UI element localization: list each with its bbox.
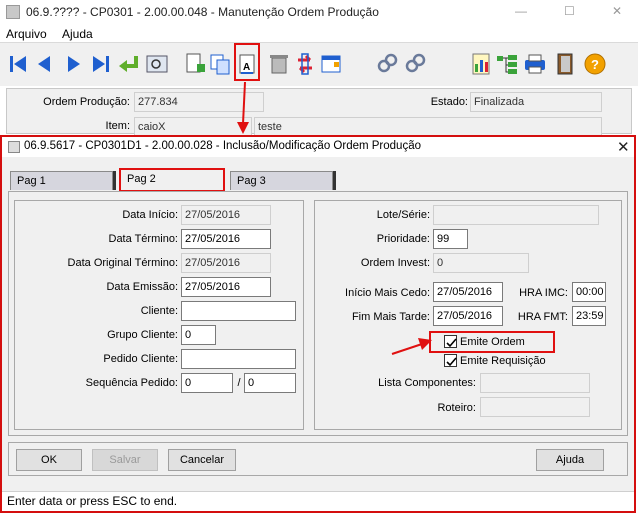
window-title: 06.9.???? - CP0301 - 2.00.00.048 - Manut… <box>26 5 379 19</box>
copy-icon[interactable] <box>208 50 234 78</box>
grupo-label: Grupo Cliente: <box>107 329 178 341</box>
tab-pag1[interactable]: Pag 1 <box>10 171 113 190</box>
exit-icon[interactable] <box>552 50 578 78</box>
grid-icon[interactable] <box>318 50 344 78</box>
lote-field <box>433 205 599 225</box>
pedido-label: Pedido Cliente: <box>103 353 178 365</box>
svg-text:?: ? <box>591 57 599 72</box>
data-inicio-field: 27/05/2016 <box>181 205 271 225</box>
estado-label: Estado: <box>430 96 468 108</box>
dialog-title: 06.9.5617 - CP0301D1 - 2.00.00.028 - Inc… <box>24 140 421 152</box>
hra-imc-label: HRA IMC: <box>519 287 568 299</box>
emite-ordem-label[interactable]: Emite Ordem <box>460 336 525 348</box>
dialog-icon <box>8 141 20 153</box>
maximize-button[interactable]: ☐ <box>564 4 575 18</box>
data-termino-field[interactable]: 27/05/2016 <box>181 229 271 249</box>
last-icon[interactable] <box>88 50 114 78</box>
lista-label: Lista Componentes: <box>378 377 476 389</box>
emite-requisicao-label[interactable]: Emite Requisição <box>460 355 546 367</box>
hra-imc-field[interactable]: 00:00 <box>572 282 606 302</box>
delete-icon[interactable] <box>266 50 292 78</box>
link-icon[interactable] <box>374 50 400 78</box>
hra-fmt-label: HRA FMT: <box>517 311 568 323</box>
hra-fmt-field[interactable]: 23:59 <box>572 306 606 326</box>
data-inicio-label: Data Início: <box>122 209 178 221</box>
data-termino-label: Data Término: <box>108 233 179 245</box>
link-alt-icon[interactable] <box>402 50 428 78</box>
sequencia-field-a[interactable]: 0 <box>181 373 233 393</box>
salvar-button[interactable]: Salvar <box>92 449 158 471</box>
emite-ordem-checkbox[interactable] <box>444 335 457 348</box>
help-icon[interactable]: ? <box>582 50 608 78</box>
check-icon <box>446 338 457 348</box>
sequencia-field-b[interactable]: 0 <box>244 373 296 393</box>
menu-ajuda[interactable]: Ajuda <box>62 27 93 41</box>
report-icon[interactable] <box>468 50 494 78</box>
annotation-arrow-right <box>391 338 432 355</box>
pedido-field[interactable] <box>181 349 296 369</box>
new-icon[interactable] <box>182 50 208 78</box>
print-icon[interactable] <box>522 50 548 78</box>
tab-divider <box>333 171 336 190</box>
tree-icon[interactable] <box>494 50 520 78</box>
fim-tarde-label: Fim Mais Tarde: <box>351 311 430 323</box>
go-to-icon[interactable] <box>116 50 142 78</box>
data-orig-field: 27/05/2016 <box>181 253 271 273</box>
cancelar-button[interactable]: Cancelar <box>168 449 236 471</box>
roteiro-field <box>480 397 590 417</box>
lista-field <box>480 373 590 393</box>
zoom-icon[interactable] <box>144 50 170 78</box>
minimize-button[interactable]: — <box>515 4 527 18</box>
menu-bar <box>0 24 638 42</box>
edit-icon[interactable]: A <box>235 52 261 80</box>
ajuda-button[interactable]: Ajuda <box>536 449 604 471</box>
estado-field: Finalizada <box>470 92 602 112</box>
next-icon[interactable] <box>60 50 86 78</box>
tab-pag2-highlight <box>119 168 225 192</box>
first-icon[interactable] <box>6 50 32 78</box>
item-label: Item: <box>105 120 130 132</box>
item-desc-field: teste <box>254 117 602 137</box>
inicio-cedo-field[interactable]: 27/05/2016 <box>433 282 503 302</box>
previous-icon[interactable] <box>32 50 58 78</box>
svg-text:A: A <box>243 62 250 73</box>
data-orig-label: Data Original Término: <box>67 257 178 269</box>
prioridade-field[interactable]: 99 <box>433 229 468 249</box>
close-button[interactable]: ✕ <box>612 4 622 18</box>
sequencia-separator: / <box>237 377 241 389</box>
menu-arquivo[interactable]: Arquivo <box>6 27 47 41</box>
ok-button[interactable]: OK <box>16 449 82 471</box>
invest-field: 0 <box>433 253 529 273</box>
status-bar: Enter data or press ESC to end. <box>2 491 634 511</box>
prioridade-label: Prioridade: <box>376 233 430 245</box>
tab-divider <box>113 171 116 190</box>
lote-label: Lote/Série: <box>376 209 430 221</box>
emite-requisicao-checkbox[interactable] <box>444 354 457 367</box>
data-emissao-label: Data Emissão: <box>106 281 178 293</box>
sequencia-label: Sequência Pedido: <box>85 377 178 389</box>
grupo-field[interactable]: 0 <box>181 325 216 345</box>
app-icon <box>6 5 20 19</box>
fim-tarde-field[interactable]: 27/05/2016 <box>433 306 503 326</box>
cliente-label: Cliente: <box>140 305 178 317</box>
undo-icon[interactable] <box>292 50 318 78</box>
ordem-label: Ordem Produção: <box>43 96 130 108</box>
roteiro-label: Roteiro: <box>437 402 476 414</box>
data-emissao-field[interactable]: 27/05/2016 <box>181 277 271 297</box>
item-field: caioX <box>134 117 252 137</box>
check-icon <box>446 357 457 367</box>
invest-label: Ordem Invest: <box>360 257 430 269</box>
dialog-close-button[interactable]: ✕ <box>617 138 630 156</box>
tab-pag3[interactable]: Pag 3 <box>230 171 333 190</box>
cliente-field[interactable] <box>181 301 296 321</box>
inicio-cedo-label: Início Mais Cedo: <box>345 287 430 299</box>
annotation-arrow-down <box>237 81 249 134</box>
